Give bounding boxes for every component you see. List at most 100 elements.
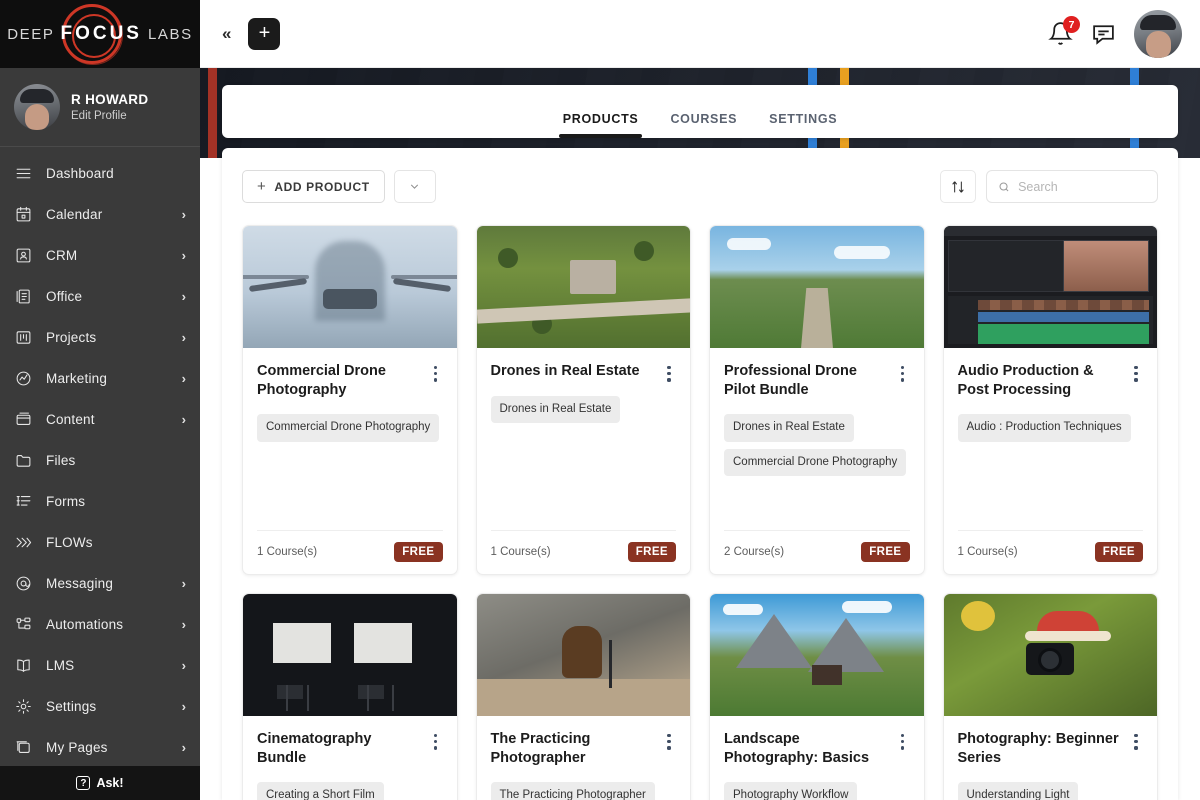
sidebar-item-label: Projects: [46, 330, 169, 345]
tab-courses[interactable]: COURSES: [666, 112, 741, 138]
chevron-right-icon: ›: [182, 699, 186, 714]
ask-button[interactable]: ? Ask!: [0, 766, 200, 800]
plus-icon: +: [257, 178, 266, 195]
sidebar-item-label: Calendar: [46, 207, 169, 222]
add-product-label: ADD PRODUCT: [274, 180, 369, 194]
sidebar-item-calendar[interactable]: Calendar›: [0, 194, 200, 235]
sidebar-item-crm[interactable]: CRM›: [0, 235, 200, 276]
sidebar-item-lms[interactable]: LMS›: [0, 645, 200, 686]
product-card[interactable]: Cinematography BundleCreating a Short Fi…: [242, 593, 458, 800]
sidebar-item-label: Content: [46, 412, 169, 427]
product-course-tag: Drones in Real Estate: [724, 414, 854, 442]
marketing-icon: [14, 369, 33, 388]
product-menu-icon[interactable]: [1129, 730, 1143, 750]
products-toolbar: + ADD PRODUCT: [222, 148, 1178, 203]
sidebar-item-automations[interactable]: Automations›: [0, 604, 200, 645]
product-title: Professional Drone Pilot Bundle: [724, 362, 888, 400]
product-card-body: Commercial Drone PhotographyCommercial D…: [243, 348, 457, 574]
chevron-right-icon: ›: [182, 740, 186, 755]
sidebar-item-label: Messaging: [46, 576, 169, 591]
product-card[interactable]: Commercial Drone PhotographyCommercial D…: [242, 225, 458, 575]
product-course-tag: Understanding Light: [958, 782, 1079, 800]
drone-photo: [243, 226, 457, 348]
product-card[interactable]: Landscape Photography: BasicsPhotography…: [709, 593, 925, 800]
profile-name: R HOWARD: [71, 92, 148, 107]
messages-button[interactable]: [1091, 21, 1116, 46]
tab-products[interactable]: PRODUCTS: [559, 112, 643, 138]
coastal-road-photo: [710, 226, 924, 348]
product-menu-icon[interactable]: [662, 730, 676, 750]
sidebar-profile[interactable]: R HOWARD Edit Profile: [0, 68, 200, 147]
product-tags: Commercial Drone Photography: [257, 414, 443, 442]
sidebar-item-projects[interactable]: Projects›: [0, 317, 200, 358]
product-menu-icon[interactable]: [429, 730, 443, 750]
sidebar-item-content[interactable]: Content›: [0, 399, 200, 440]
collapse-sidebar-button[interactable]: «: [214, 20, 238, 48]
brand-prefix: DEEP: [7, 26, 54, 43]
price-badge: FREE: [861, 542, 909, 562]
product-card[interactable]: Photography: Beginner Series Understandin…: [943, 593, 1159, 800]
product-card-body: The Practicing PhotographerThe Practicin…: [477, 716, 691, 800]
pages-icon: [14, 738, 33, 757]
sidebar-item-messaging[interactable]: Messaging›: [0, 563, 200, 604]
quick-add-button[interactable]: +: [248, 18, 280, 50]
chevron-right-icon: ›: [182, 617, 186, 632]
content-icon: [14, 410, 33, 429]
add-product-dropdown-button[interactable]: [394, 170, 436, 203]
sidebar-item-files[interactable]: Files: [0, 440, 200, 481]
brand-suffix: LABS: [148, 26, 193, 43]
product-course-tag: Photography Workflow: [724, 782, 857, 800]
product-card[interactable]: Audio Production & Post ProcessingAudio …: [943, 225, 1159, 575]
product-title: Photography: Beginner Series: [958, 730, 1122, 768]
notifications-button[interactable]: 7: [1048, 21, 1073, 46]
sidebar: DEEP FOCUS LABS R HOWARD Edit Profile Da…: [0, 0, 200, 800]
product-tags: Understanding Light: [958, 782, 1144, 800]
chevron-right-icon: ›: [182, 658, 186, 673]
product-course-tag: Commercial Drone Photography: [257, 414, 439, 442]
sidebar-item-my-pages[interactable]: My Pages ›: [0, 727, 200, 766]
flows-icon: [14, 533, 33, 552]
product-menu-icon[interactable]: [1129, 362, 1143, 382]
chevron-right-icon: ›: [182, 289, 186, 304]
question-mark-icon: ?: [76, 776, 90, 790]
product-card[interactable]: The Practicing PhotographerThe Practicin…: [476, 593, 692, 800]
sidebar-item-label: Dashboard: [46, 166, 186, 181]
edit-profile-link[interactable]: Edit Profile: [71, 110, 148, 122]
aerial-estate-photo: [477, 226, 691, 348]
product-menu-icon[interactable]: [896, 362, 910, 382]
user-avatar-button[interactable]: [1134, 10, 1182, 58]
sort-button[interactable]: [940, 170, 976, 203]
products-grid: Commercial Drone PhotographyCommercial D…: [222, 203, 1178, 800]
search-box[interactable]: [986, 170, 1158, 203]
course-count-label: 1 Course(s): [958, 546, 1018, 558]
sidebar-item-label: My Pages: [46, 740, 169, 755]
product-card-footer: 1 Course(s)FREE: [491, 530, 677, 574]
folder-icon: [14, 451, 33, 470]
product-card[interactable]: Drones in Real EstateDrones in Real Esta…: [476, 225, 692, 575]
tab-settings[interactable]: SETTINGS: [765, 112, 841, 138]
sidebar-item-dashboard[interactable]: Dashboard: [0, 153, 200, 194]
sidebar-item-marketing[interactable]: Marketing›: [0, 358, 200, 399]
price-badge: FREE: [394, 542, 442, 562]
product-course-tag: Drones in Real Estate: [491, 396, 621, 424]
course-count-label: 1 Course(s): [257, 546, 317, 558]
product-title: Audio Production & Post Processing: [958, 362, 1122, 400]
brand-logo[interactable]: DEEP FOCUS LABS: [0, 0, 200, 68]
product-tags: Drones in Real EstateCommercial Drone Ph…: [724, 414, 910, 476]
banner-accent: [208, 68, 217, 158]
sidebar-item-settings[interactable]: Settings›: [0, 686, 200, 727]
search-input[interactable]: [1018, 180, 1146, 194]
avatar: [14, 84, 60, 130]
app-root: DEEP FOCUS LABS R HOWARD Edit Profile Da…: [0, 0, 1200, 800]
sidebar-item-label: Files: [46, 453, 186, 468]
contact-card-icon: [14, 246, 33, 265]
sidebar-item-forms[interactable]: Forms: [0, 481, 200, 522]
course-count-label: 2 Course(s): [724, 546, 784, 558]
product-menu-icon[interactable]: [662, 362, 676, 382]
sidebar-item-office[interactable]: Office›: [0, 276, 200, 317]
product-card[interactable]: Professional Drone Pilot Bundle Drones in…: [709, 225, 925, 575]
sidebar-item-flows[interactable]: FLOWs: [0, 522, 200, 563]
product-menu-icon[interactable]: [429, 362, 443, 382]
add-product-button[interactable]: + ADD PRODUCT: [242, 170, 385, 203]
product-menu-icon[interactable]: [896, 730, 910, 750]
